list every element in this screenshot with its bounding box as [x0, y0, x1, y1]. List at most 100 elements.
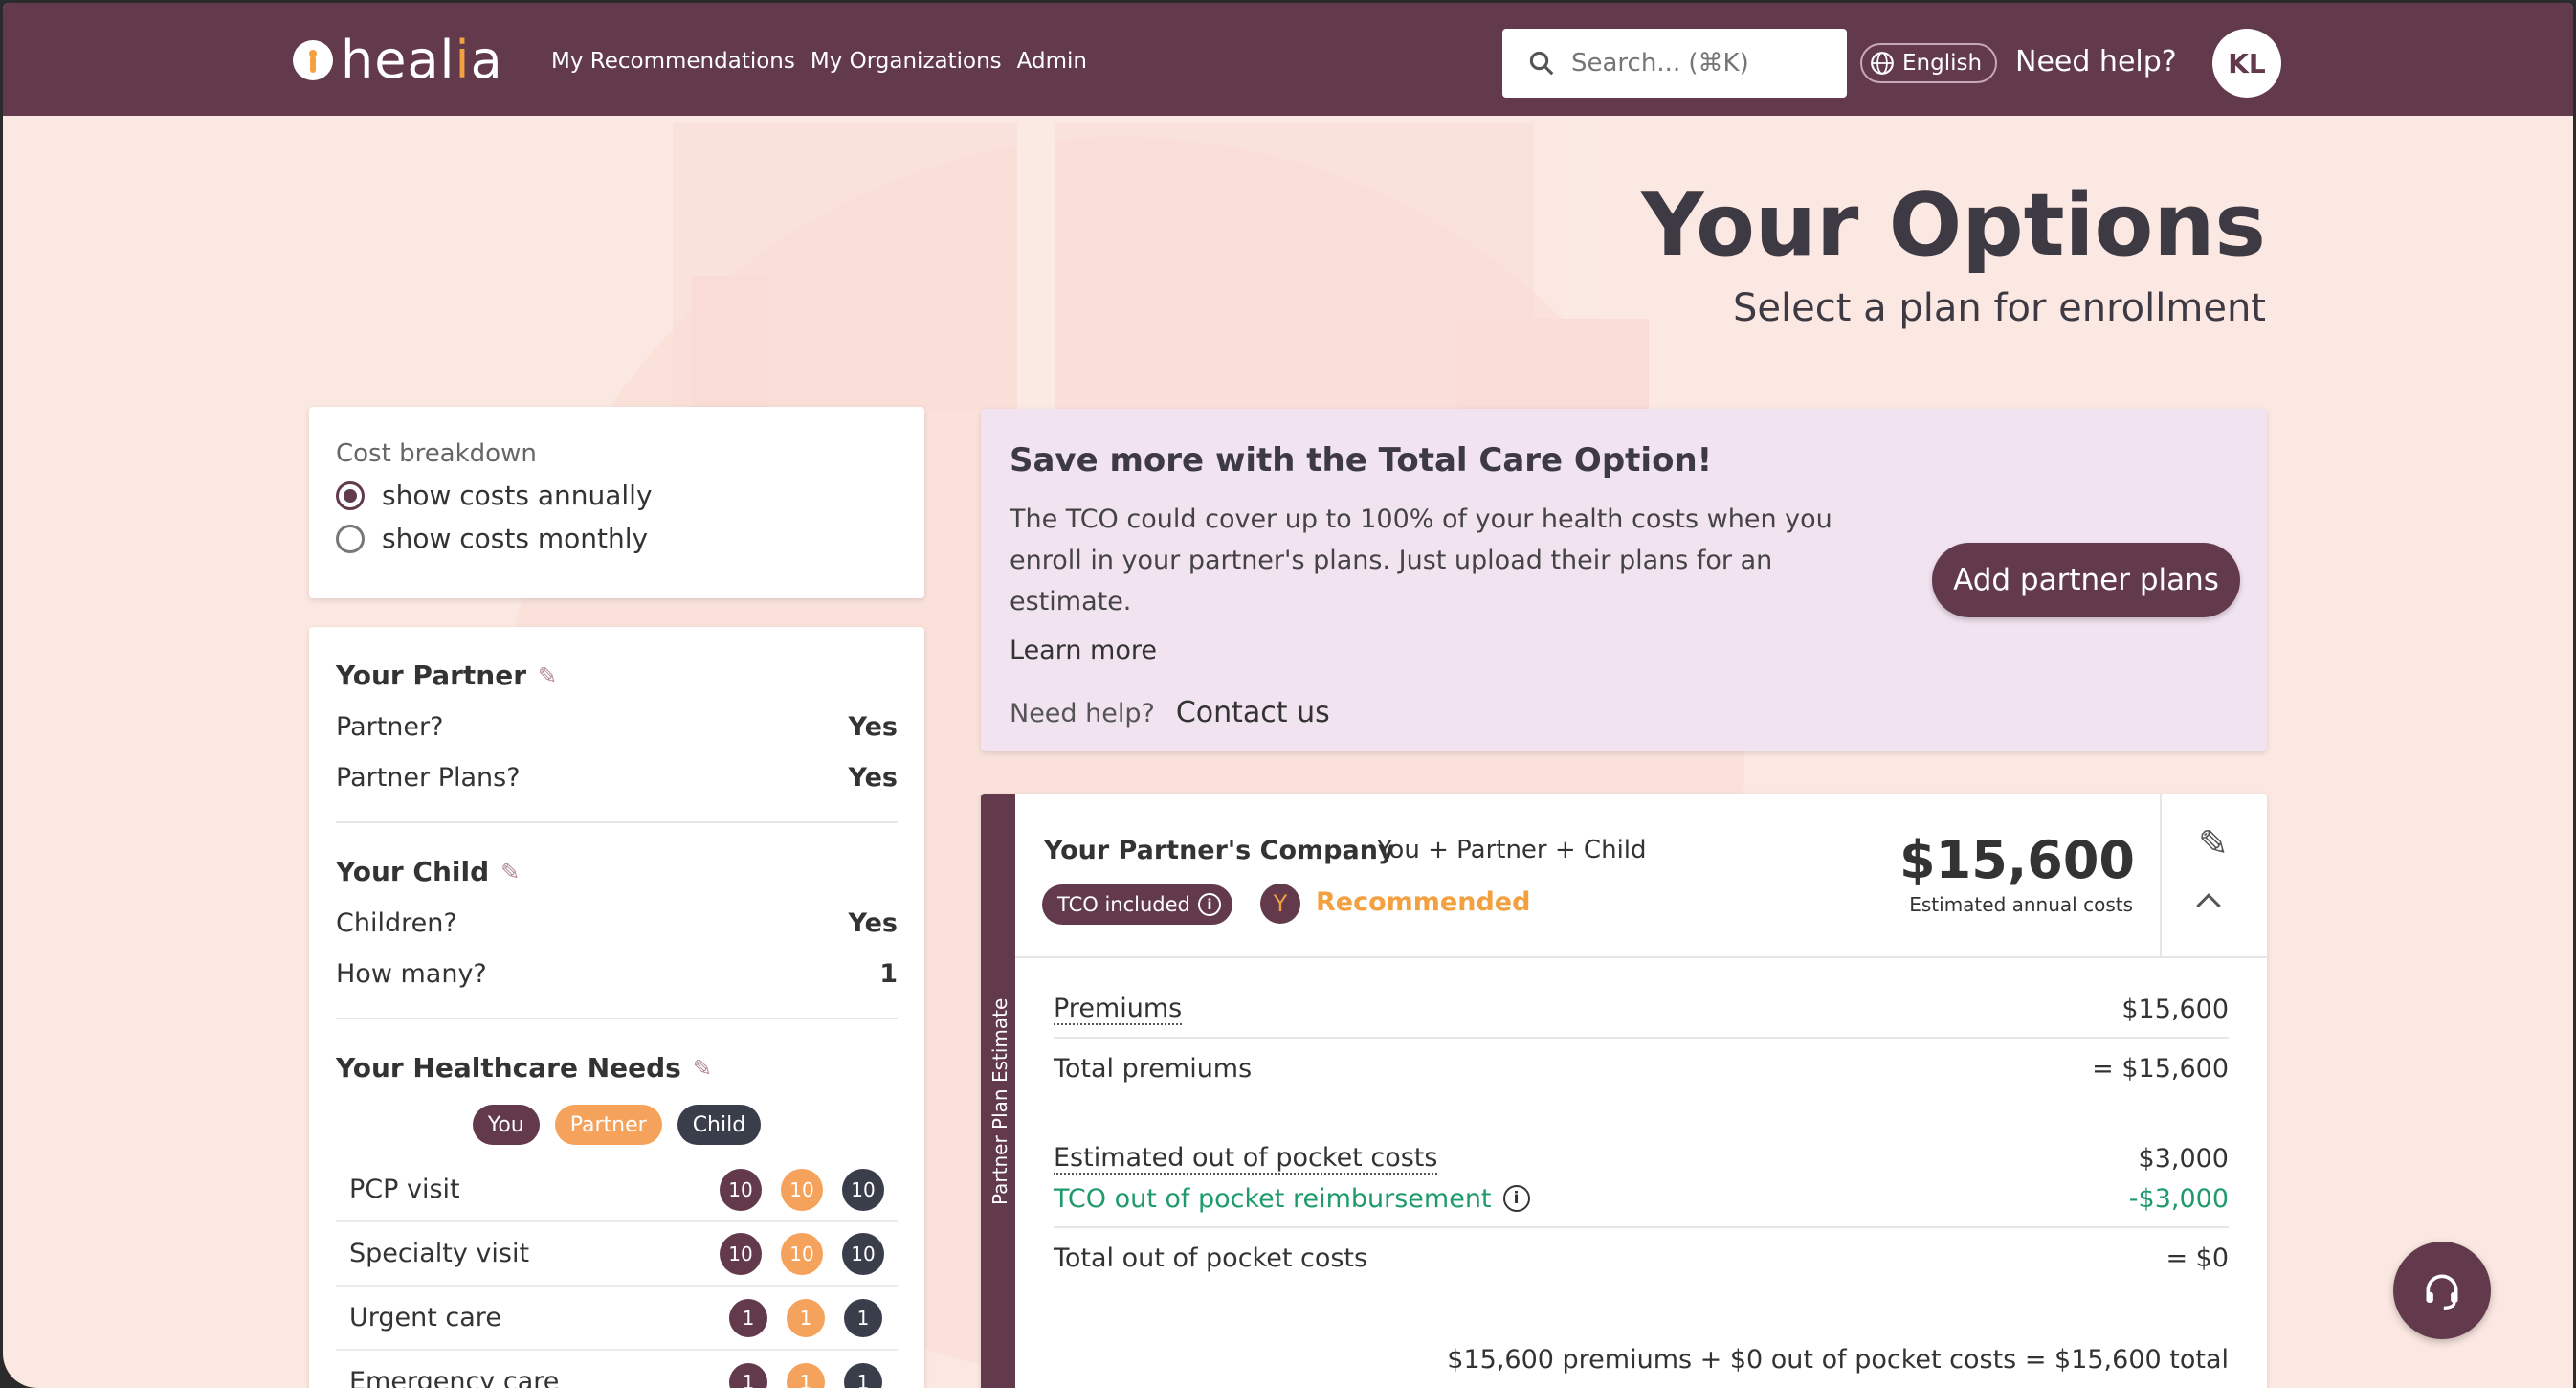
- total-premiums-row: Total premiums = $15,600: [1054, 1048, 2229, 1088]
- need-label: Urgent care: [349, 1303, 501, 1332]
- oop-value: $3,000: [2138, 1143, 2229, 1174]
- radio-button-unchecked[interactable]: [336, 524, 365, 553]
- row-label: Partner Plans?: [336, 763, 521, 793]
- total-premiums-label: Total premiums: [1054, 1053, 1253, 1084]
- radio-annually[interactable]: show costs annually: [336, 480, 898, 511]
- need-label: Specialty visit: [349, 1239, 530, 1268]
- partner-plans-row: Partner Plans? Yes: [336, 763, 898, 793]
- need-help-link[interactable]: Need help?: [2015, 45, 2177, 78]
- count-partner: 1: [787, 1298, 825, 1337]
- background-decoration: [692, 276, 768, 410]
- count-child: 10: [842, 1232, 884, 1275]
- plan-header: Your Partner's Company You + Partner + C…: [1015, 794, 2267, 958]
- nav-link-my-recommendations[interactable]: My Recommendations: [551, 49, 795, 74]
- count-partner: 1: [787, 1362, 825, 1388]
- nav-link-admin[interactable]: Admin: [1017, 49, 1087, 74]
- count-partner: 10: [781, 1232, 823, 1275]
- radio-monthly[interactable]: show costs monthly: [336, 523, 898, 554]
- premiums-label[interactable]: Premiums: [1054, 994, 1183, 1025]
- language-selector[interactable]: English: [1860, 43, 1998, 83]
- support-chat-button[interactable]: [2393, 1242, 2491, 1339]
- background-decoration: [673, 123, 1534, 410]
- page-subtitle: Select a plan for enrollment: [1733, 286, 2266, 330]
- plan-price-label: Estimated annual costs: [1909, 893, 2133, 916]
- tco-promo-card: Save more with the Total Care Option! Th…: [981, 409, 2267, 751]
- need-label: Emergency care: [349, 1367, 560, 1388]
- needs-list: PCP visit 10 10 10 Specialty visit 10 10 10 …: [336, 1158, 898, 1388]
- cost-breakdown-card: Cost breakdown show costs annually show …: [309, 407, 924, 598]
- logo-text: healia: [341, 30, 503, 90]
- divider: [1054, 1037, 2229, 1039]
- plan-cost-details: Premiums $15,600 Total premiums = $15,600 …: [1054, 989, 2229, 1375]
- tco-included-badge[interactable]: TCO included i: [1042, 884, 1232, 925]
- count-you: 1: [729, 1298, 767, 1337]
- tco-title: Save more with the Total Care Option!: [1010, 441, 1713, 480]
- edit-needs-pencil-icon[interactable]: ✎: [693, 1055, 712, 1082]
- recommended-icon: Y: [1260, 884, 1300, 924]
- tco-body: The TCO could cover up to 100% of your h…: [1010, 504, 1832, 616]
- row-label: Children?: [336, 908, 457, 938]
- search-input[interactable]: [1571, 49, 1820, 78]
- legend-child: Child: [677, 1105, 762, 1145]
- add-partner-plans-button[interactable]: Add partner plans: [1932, 543, 2240, 617]
- need-row-emergency: Emergency care 111: [336, 1351, 898, 1388]
- search-icon: [1529, 51, 1554, 76]
- count-child: 1: [844, 1298, 882, 1337]
- cost-breakdown-label: Cost breakdown: [336, 439, 537, 468]
- total-oop-value: = $0: [2165, 1242, 2229, 1273]
- row-value: 1: [879, 959, 898, 989]
- radio-monthly-label: show costs monthly: [382, 523, 649, 554]
- need-label: PCP visit: [349, 1175, 460, 1204]
- member-legend: You Partner Child: [336, 1105, 898, 1145]
- section-needs-title: Your Healthcare Needs: [336, 1052, 681, 1084]
- plan-strip-label: Partner Plan Estimate: [988, 997, 1011, 1205]
- row-value: Yes: [848, 712, 898, 742]
- divider: [336, 1018, 898, 1019]
- need-row-pcp: PCP visit 10 10 10: [336, 1158, 898, 1222]
- count-child: 1: [844, 1362, 882, 1388]
- learn-more-link[interactable]: Learn more: [1010, 636, 2238, 665]
- tco-badge-label: TCO included: [1057, 893, 1190, 916]
- premiums-value: $15,600: [2121, 994, 2229, 1024]
- plan-header-actions: ✎: [2160, 794, 2267, 958]
- plan-price: $15,600: [1899, 830, 2135, 890]
- section-child-title: Your Child: [336, 856, 490, 887]
- partner-row: Partner? Yes: [336, 712, 898, 742]
- divider: [1054, 1226, 2229, 1228]
- reimbursement-label: TCO out of pocket reimbursement: [1054, 1183, 1492, 1214]
- count-you: 10: [720, 1168, 762, 1211]
- nav-link-my-organizations[interactable]: My Organizations: [811, 49, 1002, 74]
- globe-icon: [1871, 52, 1894, 75]
- help-label: Need help?: [1010, 699, 1155, 728]
- radio-annually-label: show costs annually: [382, 480, 653, 511]
- section-partner-heading: Your Partner ✎: [336, 660, 898, 691]
- section-needs-heading: Your Healthcare Needs ✎: [336, 1052, 898, 1084]
- edit-partner-pencil-icon[interactable]: ✎: [538, 662, 557, 689]
- row-value: Yes: [848, 763, 898, 793]
- user-avatar[interactable]: KL: [2212, 29, 2281, 98]
- oop-label[interactable]: Estimated out of pocket costs: [1054, 1143, 1438, 1175]
- page-title: Your Options: [1641, 175, 2266, 276]
- need-row-urgent: Urgent care 111: [336, 1287, 898, 1351]
- total-premiums-value: = $15,600: [2092, 1053, 2229, 1084]
- edit-child-pencil-icon[interactable]: ✎: [500, 859, 520, 885]
- children-row: Children? Yes: [336, 908, 898, 938]
- plan-card: Partner Plan Estimate Your Partner's Com…: [981, 794, 2267, 1388]
- legend-you: You: [472, 1105, 540, 1145]
- reimbursement-value: -$3,000: [2128, 1183, 2229, 1214]
- plan-tier: You + Partner + Child: [1377, 836, 1647, 864]
- healia-logo[interactable]: healia: [293, 30, 503, 90]
- edit-pencil-icon[interactable]: ✎: [2198, 822, 2229, 864]
- profile-card: Your Partner ✎ Partner? Yes Partner Plans…: [309, 627, 924, 1388]
- info-icon[interactable]: i: [1197, 893, 1221, 916]
- chevron-up-icon[interactable]: [2196, 893, 2221, 918]
- count-child: 10: [842, 1168, 884, 1211]
- plan-strip: Partner Plan Estimate: [981, 794, 1015, 1388]
- row-value: Yes: [848, 908, 898, 938]
- logo-icon: [293, 39, 333, 80]
- contact-us-link[interactable]: Contact us: [1176, 696, 1330, 729]
- radio-button-checked[interactable]: [336, 481, 365, 510]
- search-box[interactable]: [1502, 29, 1847, 98]
- info-icon[interactable]: i: [1502, 1185, 1530, 1212]
- top-navbar: healia My Recommendations My Organizatio…: [3, 3, 2573, 116]
